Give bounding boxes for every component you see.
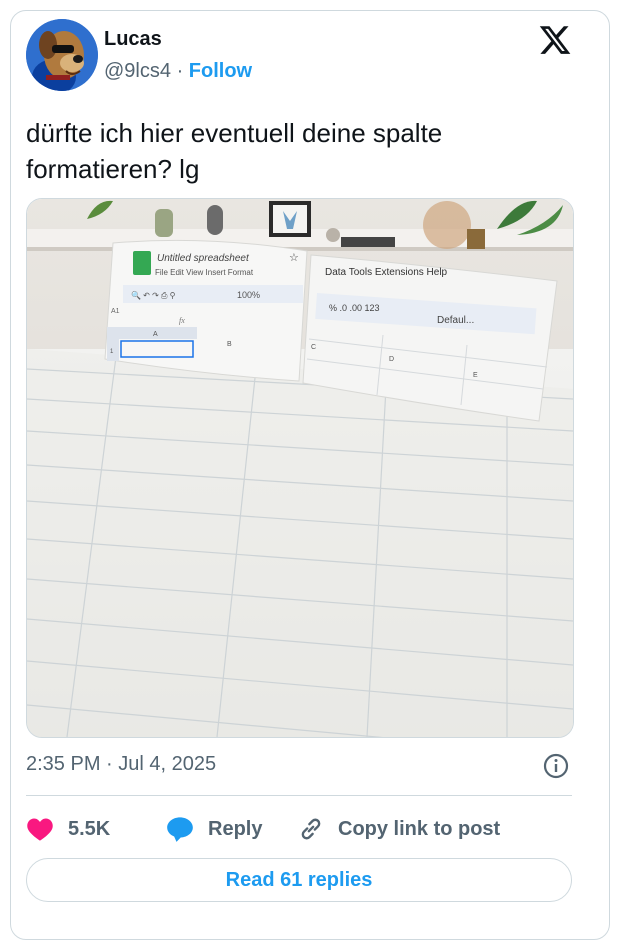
col-d-label: D (389, 356, 394, 363)
tweet-text: dürfte ich hier eventuell deine spalte f… (26, 118, 443, 184)
tweet-time: 2:35 PM (26, 753, 101, 775)
like-count: 5.5K (68, 817, 111, 840)
pillow-toolbar-icons: 🔍 ↶ ↷ ⎙ ⚲ (131, 290, 176, 300)
action-bar: 5.5K Reply Copy link to post (26, 812, 572, 846)
avatar[interactable] (26, 19, 98, 91)
pillow-doc-title: Untitled spreadsheet (157, 253, 250, 264)
handle-separator: · (176, 60, 184, 82)
x-logo-icon[interactable] (538, 23, 572, 57)
author-handle[interactable]: @9lcs4 (104, 60, 171, 82)
reply-bubble-icon (167, 817, 193, 842)
copy-link-button[interactable]: Copy link to post (298, 812, 500, 846)
col-e-label: E (473, 372, 478, 379)
col-a-label: A (153, 331, 158, 338)
author-handle-row: @9lcs4 · Follow (104, 60, 252, 83)
copy-link-label: Copy link to post (338, 817, 501, 840)
pillow-fx: fx (179, 316, 185, 325)
read-replies-button[interactable]: Read 61 replies (26, 858, 572, 902)
tweet-date: Jul 4, 2025 (118, 753, 217, 775)
pillow-menu-right: Data Tools Extensions Help (325, 267, 448, 278)
pillow-menu-left: File Edit View Insert Format (155, 268, 254, 277)
pillow-zoom: 100% (237, 290, 260, 300)
col-c-label: C (311, 344, 316, 351)
reply-label: Reply (208, 817, 263, 840)
like-button[interactable]: 5.5K (26, 812, 110, 846)
meta-separator: · (106, 753, 113, 775)
pillow-cell-ref: A1 (111, 308, 120, 315)
link-icon (301, 818, 321, 840)
reply-button[interactable]: Reply (166, 812, 262, 846)
info-icon[interactable] (542, 752, 570, 780)
tweet-media[interactable]: Untitled spreadsheet ☆ File Edit View In… (26, 198, 574, 738)
author-name[interactable]: Lucas (104, 28, 162, 51)
follow-button[interactable]: Follow (189, 60, 252, 82)
star-icon: ☆ (289, 251, 299, 264)
heart-icon (27, 818, 53, 841)
pillow-format-buttons: % .0 .00 123 (329, 303, 380, 313)
tweet-timestamp[interactable]: 2:35 PM · Jul 4, 2025 (26, 753, 216, 776)
pillow-font-select: Defaul... (437, 315, 474, 326)
divider (26, 795, 572, 796)
col-b-label: B (227, 341, 232, 348)
